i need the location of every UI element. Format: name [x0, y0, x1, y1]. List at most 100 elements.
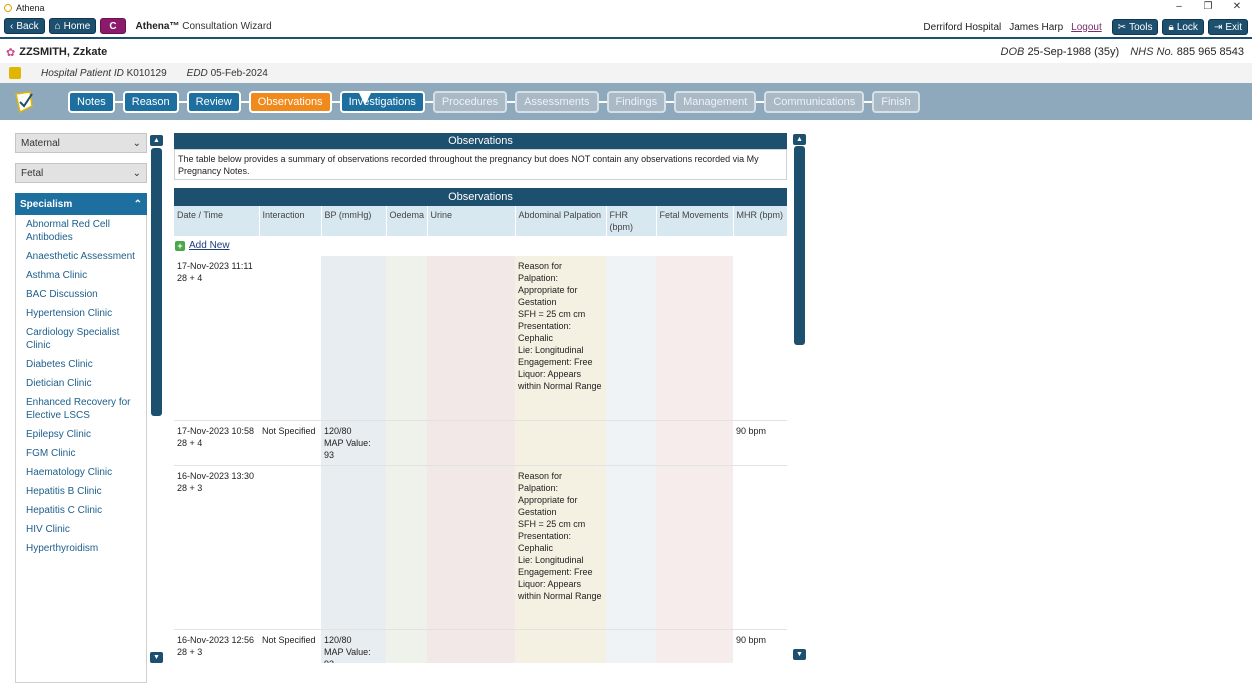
back-button[interactable]: ‹ Back	[4, 18, 45, 34]
tools-button[interactable]: ✂ Tools	[1111, 19, 1159, 35]
specialism-item[interactable]: Hyperthyroidism	[16, 539, 146, 558]
scroll-up-icon[interactable]: ▲	[793, 134, 806, 145]
cell-text: Not Specified	[262, 634, 316, 645]
maximize-button[interactable]: ❐	[1194, 0, 1222, 15]
window-titlebar: Athena – ❐ ✕	[0, 0, 1252, 15]
table-cell	[321, 465, 386, 630]
tools-label: Tools	[1129, 21, 1153, 33]
flower-icon: ✿	[6, 46, 16, 59]
cell-text: MAP Value: 93	[324, 646, 371, 664]
cell-text: Lie: Longitudinal	[518, 554, 584, 565]
chevron-left-icon: ‹	[10, 20, 14, 32]
logout-link[interactable]: Logout	[1071, 22, 1102, 33]
home-button[interactable]: ⌂ Home	[48, 18, 97, 34]
tab-assessments: Assessments	[515, 90, 599, 113]
specialism-item[interactable]: Anaesthetic Assessment	[16, 247, 146, 266]
tab-connector	[666, 100, 675, 103]
scroll-down-icon[interactable]: ▼	[150, 652, 163, 663]
table-cell	[656, 629, 733, 663]
patient-id-bar: Hospital Patient ID K010129 EDD 05-Feb-2…	[0, 63, 1252, 83]
tab-connector	[178, 100, 187, 103]
specialism-item[interactable]: BAC Discussion	[16, 285, 146, 304]
specialism-item[interactable]: Haematology Clinic	[16, 463, 146, 482]
tab-review[interactable]: Review	[186, 90, 241, 113]
specialism-item[interactable]: Epilepsy Clinic	[16, 425, 146, 444]
specialism-item[interactable]: Hypertension Clinic	[16, 304, 146, 323]
specialism-item[interactable]: Enhanced Recovery for Elective LSCS	[16, 393, 146, 425]
table-cell	[656, 465, 733, 630]
add-new-link[interactable]: Add New	[189, 240, 230, 252]
scroll-up-icon[interactable]: ▲	[150, 135, 163, 146]
specialism-item[interactable]: Cardiology Specialist Clinic	[16, 323, 146, 355]
specialism-item[interactable]: Hepatitis C Clinic	[16, 501, 146, 520]
observations-table: Date / Time Interaction BP (mmHg) Oedema Uri…	[174, 206, 787, 663]
specialism-item[interactable]: Asthma Clinic	[16, 266, 146, 285]
specialism-item[interactable]: FGM Clinic	[16, 444, 146, 463]
patient-demographics: DOB 25-Sep-1988 (35y) NHS No. 885 965 85…	[1001, 46, 1244, 58]
tab-connector	[424, 100, 433, 103]
lock-button[interactable]: 🔒︎ Lock	[1162, 19, 1204, 35]
minimize-button[interactable]: –	[1165, 0, 1193, 15]
table-cell: 90 bpm	[733, 629, 787, 663]
table-cell: Not Specified	[259, 420, 321, 466]
athena-app-icon	[4, 3, 12, 12]
tab-procedures: Procedures	[432, 90, 508, 113]
tools-icon: ✂	[1117, 21, 1127, 33]
main-scrollbar[interactable]: ▲ ▼	[793, 133, 806, 663]
exit-label: Exit	[1225, 21, 1242, 33]
sidebar-scrollbar[interactable]: ▲ ▼	[150, 133, 163, 666]
table-cell	[386, 629, 427, 663]
specialism-item[interactable]: Abnormal Red Cell Antibodies	[16, 215, 146, 247]
close-window-button[interactable]: ✕	[1223, 0, 1251, 15]
table-cell	[321, 256, 386, 421]
patient-banner: ✿ ZZSMITH, Zzkate DOB 25-Sep-1988 (35y) …	[0, 41, 1252, 63]
cell-text: 28 + 3	[177, 482, 203, 493]
tab-reason[interactable]: Reason	[122, 90, 179, 113]
lock-icon: 🔒︎	[1168, 21, 1174, 33]
column-header: BP (mmHg)	[321, 206, 387, 236]
exit-button[interactable]: ⇥ Exit	[1207, 19, 1248, 35]
table-body: + Add New 17-Nov-2023 11:11 28 + 4 Reason …	[174, 236, 787, 663]
cell-text: Engagement: Free	[518, 566, 593, 577]
cell-text: MAP Value: 93	[324, 437, 371, 460]
nhs-value: 885 965 8543	[1176, 46, 1244, 58]
table-cell	[259, 256, 321, 421]
app-brand: Athena™ Consultation Wizard	[136, 21, 272, 32]
column-header: Fetal Movements	[656, 206, 734, 236]
table-row[interactable]: 17-Nov-2023 10:58 28 + 4 Not Specified 120/…	[174, 420, 787, 466]
table-cell	[606, 465, 656, 630]
table-row[interactable]: 16-Nov-2023 12:56 28 + 3 Not Specified 120/…	[174, 629, 787, 663]
specialism-item[interactable]: Dietician Clinic	[16, 374, 146, 393]
table-cell: 16-Nov-2023 13:30 28 + 3	[174, 465, 259, 630]
specialism-header[interactable]: Specialism ⌃	[15, 193, 147, 215]
column-header: Date / Time	[174, 206, 260, 236]
brand-name: Athena™	[135, 20, 180, 32]
column-header: Urine	[427, 206, 516, 236]
tab-investigations[interactable]: Investigations	[339, 90, 425, 113]
specialism-item[interactable]: HIV Clinic	[16, 520, 146, 539]
column-header: Interaction	[259, 206, 322, 236]
wizard-logo-icon	[15, 90, 33, 113]
table-cell	[733, 256, 787, 421]
tab-notes[interactable]: Notes	[68, 90, 115, 113]
table-cell	[515, 420, 606, 466]
table-cell	[427, 629, 515, 663]
scroll-down-icon[interactable]: ▼	[793, 649, 806, 660]
table-row[interactable]: 17-Nov-2023 11:11 28 + 4 Reason for Palpat…	[174, 256, 787, 421]
cell-text: Presentation: Cephalic	[518, 530, 572, 553]
specialism-item[interactable]: Diabetes Clinic	[16, 355, 146, 374]
mouse-cursor-icon	[359, 93, 371, 105]
table-row[interactable]: 16-Nov-2023 13:30 28 + 3 Reason for Palpat…	[174, 465, 787, 630]
cell-text: SFH = 25 cm cm	[518, 309, 586, 319]
sidebar-scroll-thumb[interactable]	[151, 148, 162, 416]
table-cell: 90 bpm	[733, 420, 787, 466]
maternal-dropdown[interactable]: Maternal ⌄	[15, 133, 147, 153]
fetal-dropdown[interactable]: Fetal ⌄	[15, 163, 147, 183]
specialism-item[interactable]: Hepatitis B Clinic	[16, 482, 146, 501]
tab-observations[interactable]: Observations	[248, 90, 332, 113]
cell-text: Not Specified	[262, 425, 316, 436]
main-scroll-thumb[interactable]	[794, 146, 805, 345]
sidebar: Maternal ⌄ Fetal ⌄ Specialism ⌃ Abnormal…	[15, 133, 148, 683]
cell-text: 120/80	[324, 634, 352, 645]
c-button[interactable]: C	[100, 18, 126, 34]
